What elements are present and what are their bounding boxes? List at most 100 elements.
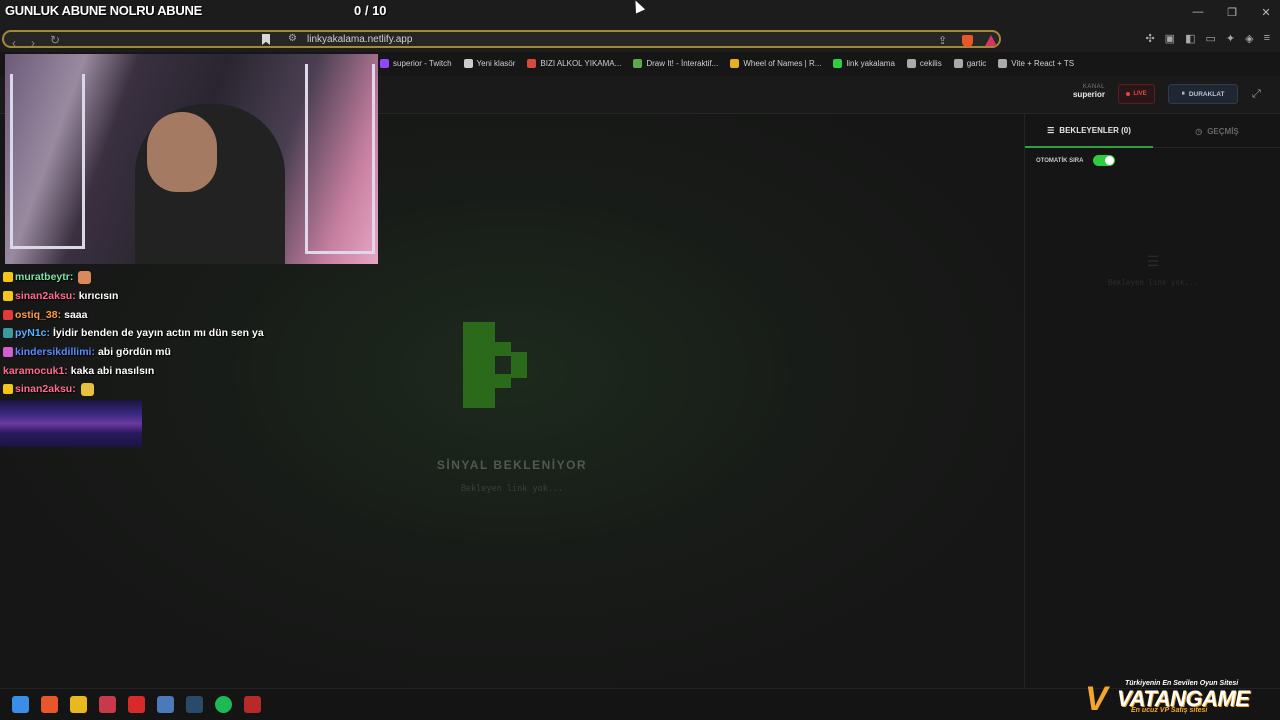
bookmark-favicon-icon	[380, 58, 389, 68]
chat-media-thumbnail	[0, 400, 142, 447]
chat-username: sinan2aksu:	[15, 290, 76, 303]
bookmark-label: gartic	[966, 58, 987, 68]
forward-icon[interactable]: ›	[31, 36, 35, 50]
battle-net-icon[interactable]	[157, 696, 174, 713]
bookmark-item[interactable]: Wheel of Names | R...	[730, 58, 822, 68]
clock-icon: ◷	[1195, 126, 1203, 136]
bookmark-item[interactable]: cekilis	[906, 58, 942, 68]
share-icon[interactable]: ⇪	[938, 34, 947, 47]
back-icon[interactable]: ‹	[12, 36, 16, 50]
chat-emote-icon	[80, 382, 94, 396]
sponsor-logo: V Türkiyenin En Sevilen Oyun Sitesi VATA…	[1085, 680, 1280, 720]
bookmark-item[interactable]: superior - Twitch	[380, 58, 452, 68]
voicemeeter-icon[interactable]	[244, 696, 261, 713]
explorer-icon[interactable]	[70, 696, 87, 713]
chat-username: sinan2aksu:	[15, 383, 76, 396]
bookmark-label: link yakalama	[846, 58, 895, 68]
brave-shield-icon[interactable]	[962, 35, 973, 47]
site-info-icon[interactable]: ⚙	[288, 33, 297, 44]
chat-message: pyN1c: İyidir benden de yayın actın mı dü…	[3, 324, 303, 343]
chat-emote-icon	[78, 270, 92, 284]
bookmark-label: Draw It! - İnteraktif...	[646, 58, 719, 68]
app-taskbar-icon[interactable]	[128, 696, 145, 713]
brave-taskbar-icon[interactable]	[41, 696, 58, 713]
bookmark-label: Vite + React + TS	[1011, 58, 1075, 68]
leo-icon[interactable]: ✦	[1226, 32, 1235, 45]
bookmark-favicon-icon	[633, 58, 643, 68]
chat-text: İyidir benden de yayın actın mı dün sen …	[53, 327, 264, 340]
taskbar-items	[12, 696, 261, 713]
bookmark-label: Wheel of Names | R...	[743, 58, 822, 68]
bookmark-item[interactable]: Vite + React + TS	[998, 58, 1075, 68]
sponsor-v-icon: V	[1085, 680, 1108, 718]
minimize-icon[interactable]: —	[1192, 6, 1204, 19]
live-button[interactable]: LIVE	[1118, 84, 1155, 104]
auto-queue-row: OTOMATİK SIRA	[1036, 155, 1116, 166]
bookmark-item[interactable]: Yeni klasör	[463, 58, 516, 68]
tab-waiting[interactable]: ☰ BEKLEYENLER (0)	[1025, 114, 1153, 148]
auto-queue-label: OTOMATİK SIRA	[1036, 157, 1084, 164]
window-controls: — ❐ ✕	[1192, 6, 1272, 19]
chat-badge-icon	[3, 291, 13, 302]
chat-badge-icon	[3, 384, 13, 395]
sidebar-icon[interactable]: ◧	[1185, 32, 1195, 45]
bookmark-item[interactable]: gartic	[953, 58, 987, 68]
bookmark-label: superior - Twitch	[393, 58, 452, 68]
pause-button[interactable]: ⏸ DURAKLAT	[1168, 84, 1238, 104]
close-icon[interactable]: ✕	[1260, 6, 1272, 19]
pause-label: DURAKLAT	[1188, 90, 1225, 98]
chat-message: ostiq_38: saaa	[3, 305, 303, 324]
live-dot-icon	[1126, 92, 1131, 96]
empty-list-icon: ☰	[1147, 253, 1160, 269]
live-label: LIVE	[1133, 91, 1147, 97]
bookmark-favicon-icon	[833, 58, 843, 68]
chat-message: sinan2aksu: kırıcısın	[3, 287, 303, 306]
brave-rewards-icon[interactable]	[985, 35, 997, 46]
chat-text: abi gördün mü	[97, 346, 171, 359]
chat-message: karamocuk1: kaka abi nasılsın	[3, 361, 303, 380]
external-link-icon[interactable]: ⤢	[1252, 88, 1261, 101]
queue-panel: ☰ BEKLEYENLER (0) ◷ GEÇMİŞ OTOMATİK SIRA…	[1024, 114, 1280, 688]
bookmark-item[interactable]: BIZI ALKOL YIKAMA...	[527, 58, 621, 68]
chat-message: muratbeytr:	[3, 268, 303, 287]
empty-queue-text: Bekleyen link yok...	[1107, 278, 1199, 287]
bookmark-favicon-icon	[730, 58, 740, 68]
steam-icon[interactable]	[186, 696, 203, 713]
signal-title: SİNYAL BEKLENİYOR	[436, 458, 588, 472]
bookmark-icon[interactable]	[262, 34, 270, 45]
pause-icon: ⏸	[1181, 90, 1185, 97]
sponsor-sub: En ucuz VP Satış sitesi	[1131, 707, 1208, 714]
wallet-icon[interactable]: ▭	[1205, 32, 1215, 45]
url-text[interactable]: linkyakalama.netlify.app	[307, 34, 412, 45]
auto-queue-toggle[interactable]	[1093, 155, 1116, 166]
address-bar[interactable]: ‹ › ↻ ⚙ linkyakalama.netlify.app ⇪	[2, 30, 1001, 50]
chat-username: muratbeytr:	[15, 271, 74, 284]
chat-username: pyN1c:	[15, 327, 51, 340]
chat-badge-icon	[3, 328, 13, 339]
bookmark-item[interactable]: link yakalama	[833, 58, 895, 68]
menu-icon[interactable]: ≡	[1264, 32, 1270, 45]
tabs-icon[interactable]: ▣	[1165, 32, 1175, 45]
bookmark-item[interactable]: Draw It! - İnteraktif...	[633, 58, 719, 68]
channel-info: KANAL superior	[1060, 84, 1105, 99]
overlay-counter: 0 / 10	[354, 3, 387, 18]
bookmark-favicon-icon	[906, 58, 916, 68]
reload-icon[interactable]: ↻	[50, 33, 60, 47]
riot-icon[interactable]	[99, 696, 116, 713]
extensions-icon[interactable]: ✣	[1145, 32, 1154, 45]
bookmark-favicon-icon	[998, 58, 1008, 68]
webcam-feed	[5, 54, 378, 264]
restore-icon[interactable]: ❐	[1226, 6, 1238, 19]
spotify-icon[interactable]	[215, 696, 232, 713]
bookmarks-bar: superior - Twitch Yeni klasör BIZI ALKOL Y…	[380, 54, 1074, 72]
webcam-shelf-right	[305, 64, 375, 254]
chat-message: sinan2aksu:	[3, 380, 303, 399]
bookmark-label: Yeni klasör	[476, 58, 516, 68]
bookmark-favicon-icon	[953, 58, 963, 68]
vpn-icon[interactable]: ◈	[1245, 32, 1253, 45]
chat-username: ostiq_38:	[15, 308, 62, 321]
tab-history[interactable]: ◷ GEÇMİŞ	[1153, 114, 1280, 148]
chat-username: karamocuk1:	[3, 364, 68, 377]
start-icon[interactable]	[12, 696, 29, 713]
webcam-head	[147, 112, 217, 192]
